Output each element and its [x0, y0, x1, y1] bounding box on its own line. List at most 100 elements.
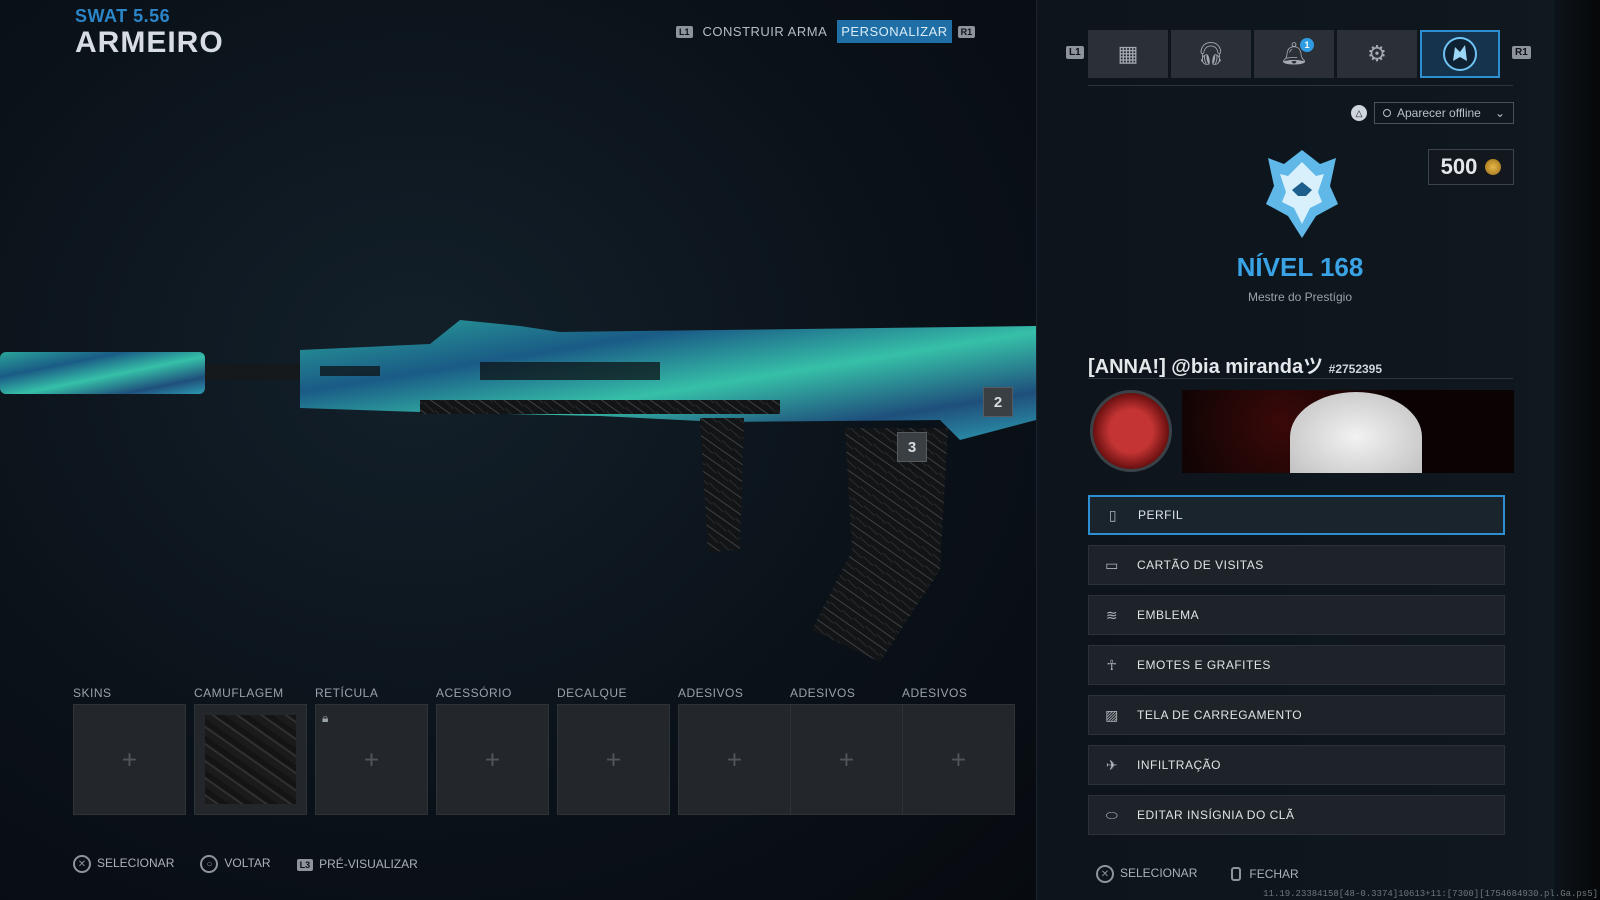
- headset-icon: 🎧︎: [1197, 41, 1225, 66]
- add-icon: +: [726, 744, 743, 774]
- circle-button-icon: ○: [200, 855, 219, 873]
- player-id: #2752395: [1328, 362, 1383, 376]
- l3-glyph-icon: L3: [296, 859, 314, 871]
- preview-hint[interactable]: L3 PRÉ-VISUALIZAR: [296, 857, 418, 871]
- menu-item-label: EDITAR INSÍGNIA DO CLÃ: [1137, 808, 1295, 822]
- camo-thumbnail: [205, 715, 296, 804]
- weapon-name: SWAT 5.56: [75, 6, 171, 26]
- notification-badge: 1: [1300, 38, 1314, 52]
- loading-screen-icon: ▨: [1105, 706, 1119, 723]
- add-icon: +: [121, 744, 138, 774]
- weapon-preview[interactable]: 2 3: [0, 300, 1036, 680]
- grid-icon: ▦: [1117, 41, 1139, 66]
- infil-icon: ✈: [1105, 756, 1119, 773]
- player-name: [ANNA!] @bia mirandaツ: [1088, 356, 1324, 378]
- calling-card-icon: ▭: [1105, 556, 1119, 573]
- r1-glyph-icon: R1: [1512, 46, 1531, 59]
- slot-label-adesivos-1: ADESIVOS: [678, 686, 744, 700]
- select-hint[interactable]: ✕ SELECIONAR: [1096, 865, 1197, 883]
- online-status-dropdown[interactable]: Aparecer offline ⌄: [1374, 102, 1514, 124]
- l1-glyph-icon: L1: [1066, 46, 1084, 59]
- settings-button[interactable]: ⚙: [1337, 30, 1417, 78]
- menu-item-infiltracao[interactable]: ✈ INFILTRAÇÃO: [1088, 745, 1505, 785]
- menu-item-emotes-e-grafites[interactable]: ☥ EMOTES E GRAFITES: [1088, 645, 1505, 685]
- clan-tag-icon: ⬭: [1105, 806, 1119, 823]
- profile-emblem-icon: [1443, 37, 1477, 71]
- add-icon: +: [484, 744, 501, 774]
- emblem-icon: ≋: [1105, 606, 1119, 623]
- calling-card[interactable]: [1182, 390, 1514, 473]
- slot-adesivos-1[interactable]: +: [678, 704, 791, 815]
- player-emblem[interactable]: [1090, 390, 1172, 472]
- menu-item-label: PERFIL: [1138, 508, 1184, 522]
- slot-acessorio[interactable]: +: [436, 704, 549, 815]
- slot-camuflagem[interactable]: [194, 704, 307, 815]
- add-icon: +: [363, 744, 380, 774]
- menu-item-perfil[interactable]: ▯ PERFIL: [1088, 495, 1505, 535]
- rank-title: Mestre do Prestígio: [1247, 290, 1353, 304]
- chevron-down-icon: ⌄: [1494, 106, 1505, 120]
- r1-glyph-icon: R1: [957, 25, 976, 38]
- add-icon: +: [605, 744, 622, 774]
- slot-adesivos-3[interactable]: +: [902, 704, 1015, 815]
- slot-reticula[interactable]: 🔒︎ +: [315, 704, 428, 815]
- back-hint[interactable]: ○ VOLTAR: [200, 855, 271, 873]
- attachment-tag-3[interactable]: 3: [897, 432, 927, 462]
- divider: [1088, 378, 1513, 379]
- calling-card-artwork: [1290, 392, 1422, 473]
- slot-adesivos-2[interactable]: +: [790, 704, 903, 815]
- attachment-tag-2[interactable]: 2: [983, 387, 1013, 417]
- social-button[interactable]: 🎧︎: [1171, 30, 1251, 78]
- profile-icon: ▯: [1108, 506, 1118, 523]
- cod-points-coin-icon: [1485, 159, 1502, 175]
- cod-points-display: 500: [1428, 149, 1514, 185]
- rifle-illustration: [0, 320, 1036, 662]
- menu-item-editar-insignia-do-cla[interactable]: ⬭ EDITAR INSÍGNIA DO CLÃ: [1088, 795, 1505, 835]
- cross-button-icon: ✕: [1096, 865, 1114, 883]
- player-name-row: [ANNA!] @bia mirandaツ #2752395: [1088, 350, 1382, 379]
- menu-item-label: TELA DE CARREGAMENTO: [1137, 708, 1303, 722]
- top-nav-bar: ▦ 🎧︎ 🔔︎ 1 ⚙: [1088, 30, 1500, 78]
- cross-button-icon: ✕: [73, 855, 91, 873]
- footer-hints-left: ✕ SELECIONAR ○ VOLTAR L3 PRÉ-VISUALIZAR: [73, 855, 418, 873]
- select-hint-label: SELECIONAR: [1120, 866, 1198, 881]
- emote-icon: ☥: [1106, 656, 1118, 673]
- player-level: NÍVEL 168: [1236, 252, 1364, 282]
- prestige-rank-icon: [1266, 150, 1338, 238]
- menu-item-emblema[interactable]: ≋ EMBLEMA: [1088, 595, 1505, 635]
- tab-personalizar[interactable]: PERSONALIZAR: [837, 20, 952, 43]
- slot-label-decalque: DECALQUE: [557, 686, 628, 700]
- triangle-button-icon: △: [1351, 105, 1367, 121]
- select-hint-label: SELECIONAR: [97, 856, 175, 871]
- menu-item-label: EMBLEMA: [1137, 608, 1200, 622]
- slot-label-reticula: RETÍCULA: [315, 686, 379, 700]
- page-title: ARMEIRO: [75, 26, 224, 59]
- slot-label-adesivos-2: ADESIVOS: [790, 686, 856, 700]
- menu-item-label: INFILTRAÇÃO: [1137, 758, 1221, 772]
- l1-glyph-icon: L1: [676, 25, 693, 38]
- close-hint[interactable]: FECHAR: [1231, 866, 1299, 882]
- slot-skins[interactable]: +: [73, 704, 186, 815]
- tab-construir-arma[interactable]: CONSTRUIR ARMA: [699, 20, 832, 43]
- gear-icon: ⚙: [1367, 41, 1387, 66]
- add-icon: +: [838, 744, 855, 774]
- profile-button[interactable]: [1420, 30, 1500, 78]
- slot-decalque[interactable]: +: [557, 704, 670, 815]
- menu-item-cartao-de-visitas[interactable]: ▭ CARTÃO DE VISITAS: [1088, 545, 1505, 585]
- footer-hints-right: ✕ SELECIONAR FECHAR: [1096, 865, 1299, 883]
- menu-item-label: EMOTES E GRAFITES: [1137, 658, 1271, 672]
- lock-icon: 🔒︎: [322, 711, 329, 725]
- menu-grid-button[interactable]: ▦: [1088, 30, 1168, 78]
- notifications-button[interactable]: 🔔︎ 1: [1254, 30, 1334, 78]
- select-hint[interactable]: ✕ SELECIONAR: [73, 855, 174, 873]
- add-icon: +: [950, 744, 967, 774]
- back-hint-label: VOLTAR: [224, 856, 271, 871]
- mode-tabs: L1 CONSTRUIR ARMA PERSONALIZAR R1: [676, 20, 976, 43]
- menu-item-label: CARTÃO DE VISITAS: [1137, 558, 1264, 572]
- divider: [1088, 85, 1513, 86]
- close-hint-label: FECHAR: [1249, 866, 1299, 881]
- menu-item-tela-de-carregamento[interactable]: ▨ TELA DE CARREGAMENTO: [1088, 695, 1505, 735]
- slot-label-acessorio: ACESSÓRIO: [436, 686, 512, 700]
- preview-hint-label: PRÉ-VISUALIZAR: [319, 857, 418, 871]
- slot-label-adesivos-3: ADESIVOS: [902, 686, 968, 700]
